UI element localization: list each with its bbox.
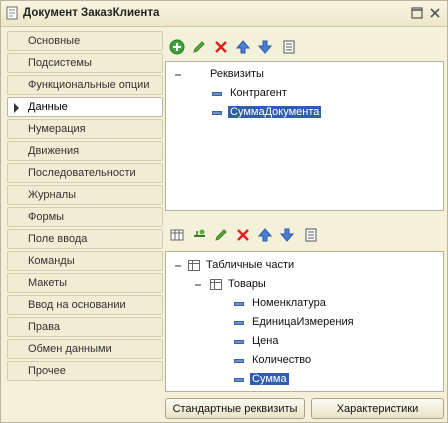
tree-item-column[interactable]: Количество: [170, 353, 430, 369]
column-label: Цена: [252, 335, 279, 347]
column-label: Сумма: [250, 373, 289, 385]
table-icon: [188, 260, 200, 271]
sidebar-item-label: Прочее: [28, 365, 66, 377]
sidebar-item-label: Движения: [28, 145, 80, 157]
sidebar: Основные Подсистемы Функциональные опции…: [7, 31, 163, 383]
close-button[interactable]: [427, 5, 443, 21]
delete-icon[interactable]: [235, 227, 251, 243]
column-label: ЕдиницаИзмерения: [252, 316, 354, 328]
sidebar-item-label: Поле ввода: [28, 233, 88, 245]
tree-item-column-selected[interactable]: Сумма: [170, 372, 430, 388]
sidebar-item-label: Основные: [28, 35, 81, 47]
move-up-icon[interactable]: [235, 39, 251, 55]
sidebar-item-label: Журналы: [28, 189, 77, 201]
table-icon: [210, 279, 222, 290]
maximize-icon: [411, 7, 423, 19]
attribute-icon: [234, 340, 244, 344]
attribute-icon: [234, 302, 244, 306]
sidebar-item-subsystems[interactable]: Подсистемы: [7, 53, 163, 73]
tree-root-label: Реквизиты: [210, 68, 264, 80]
characteristics-button[interactable]: Характеристики: [311, 398, 444, 419]
column-label: Номенклатура: [252, 297, 326, 309]
sidebar-item-data[interactable]: Данные: [7, 97, 163, 117]
add-table-icon[interactable]: [169, 227, 185, 243]
attributes-toolbar: [165, 35, 444, 59]
sidebar-item-label: Последовательности: [28, 167, 136, 179]
table-label: Товары: [228, 278, 266, 290]
add-icon[interactable]: [169, 39, 185, 55]
maximize-button[interactable]: [409, 5, 425, 21]
attribute-icon: [234, 378, 244, 382]
sidebar-item-other[interactable]: Прочее: [7, 361, 163, 381]
document-window: Документ ЗаказКлиента Основные Подсистем…: [0, 0, 448, 423]
tree-root-label: Табличные части: [206, 259, 295, 271]
sidebar-item-label: Макеты: [28, 277, 68, 289]
attributes-panel: Реквизиты Контрагент СуммаДокумента: [165, 61, 444, 211]
attribute-icon: [234, 321, 244, 325]
tables-toolbar: [165, 223, 444, 247]
tree-item-attribute-selected[interactable]: СуммаДокумента: [170, 105, 430, 121]
sidebar-item-forms[interactable]: Формы: [7, 207, 163, 227]
column-label: Количество: [252, 354, 312, 366]
move-down-icon[interactable]: [257, 39, 273, 55]
title-bar: Документ ЗаказКлиента: [1, 1, 447, 27]
move-down-icon[interactable]: [279, 227, 295, 243]
sidebar-item-label: Функциональные опции: [28, 79, 150, 91]
window-title: Документ ЗаказКлиента: [23, 7, 160, 19]
collapse-icon[interactable]: [174, 71, 182, 79]
collapse-icon[interactable]: [174, 262, 182, 270]
attribute-label: СуммаДокумента: [228, 106, 322, 118]
document-icon: [6, 6, 18, 20]
sidebar-item-label: Данные: [28, 101, 68, 113]
tree-item-column[interactable]: Номенклатура: [170, 296, 430, 312]
tree-item-column[interactable]: Цена: [170, 334, 430, 350]
sidebar-item-label: Права: [28, 321, 60, 333]
attribute-icon: [212, 111, 222, 115]
attribute-icon: [234, 359, 244, 363]
tree-item-table[interactable]: Товары: [170, 277, 430, 293]
standard-attributes-button[interactable]: Стандартные реквизиты: [165, 398, 305, 419]
sidebar-item-label: Формы: [28, 211, 65, 223]
move-up-icon[interactable]: [257, 227, 273, 243]
edit-icon[interactable]: [191, 39, 207, 55]
attribute-label: Контрагент: [230, 87, 287, 99]
collapse-icon[interactable]: [194, 281, 202, 289]
sidebar-item-input-field[interactable]: Поле ввода: [7, 229, 163, 249]
sidebar-item-label: Ввод на основании: [28, 299, 126, 311]
tree-root-tabular-sections[interactable]: Табличные части: [170, 258, 430, 274]
sidebar-item-templates[interactable]: Макеты: [7, 273, 163, 293]
sidebar-item-movements[interactable]: Движения: [7, 141, 163, 161]
sidebar-item-label: Команды: [28, 255, 75, 267]
sidebar-item-main[interactable]: Основные: [7, 31, 163, 51]
delete-icon[interactable]: [213, 39, 229, 55]
panel-splitter[interactable]: [165, 211, 444, 219]
sidebar-item-numbering[interactable]: Нумерация: [7, 119, 163, 139]
attribute-icon: [212, 92, 222, 96]
sidebar-item-label: Обмен данными: [28, 343, 112, 355]
tree-item-column[interactable]: ЕдиницаИзмерения: [170, 315, 430, 331]
sidebar-item-rights[interactable]: Права: [7, 317, 163, 337]
tabular-sections-panel: Табличные части Товары Номенклатура Един…: [165, 251, 444, 392]
sidebar-item-commands[interactable]: Команды: [7, 251, 163, 271]
sidebar-item-journals[interactable]: Журналы: [7, 185, 163, 205]
active-arrow-icon: [14, 103, 19, 113]
sidebar-item-label: Подсистемы: [28, 57, 92, 69]
sort-icon[interactable]: [281, 39, 297, 55]
sidebar-item-sequences[interactable]: Последовательности: [7, 163, 163, 183]
add-column-icon[interactable]: [191, 227, 207, 243]
edit-icon[interactable]: [213, 227, 229, 243]
sidebar-item-functional-options[interactable]: Функциональные опции: [7, 75, 163, 95]
tree-item-attribute[interactable]: Контрагент: [170, 86, 430, 102]
sidebar-item-input-by-basis[interactable]: Ввод на основании: [7, 295, 163, 315]
sidebar-item-data-exchange[interactable]: Обмен данными: [7, 339, 163, 359]
sidebar-item-label: Нумерация: [28, 123, 86, 135]
tree-root-attributes[interactable]: Реквизиты: [170, 67, 430, 83]
sort-icon[interactable]: [303, 227, 319, 243]
close-icon: [430, 8, 440, 18]
